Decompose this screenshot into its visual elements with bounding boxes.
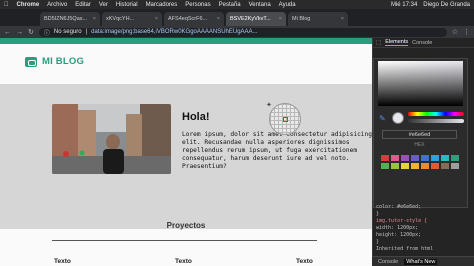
palette-swatch[interactable]: [421, 155, 429, 161]
brand-name: MI BLOG: [42, 56, 85, 67]
palette-swatch[interactable]: [411, 155, 419, 161]
browser-tab[interactable]: BD5IZN6J5Qas... ×: [40, 12, 100, 26]
back-arrow-icon[interactable]: ←: [4, 29, 11, 36]
apple-icon[interactable]: : [4, 2, 9, 8]
projects-column-label: Texto: [175, 258, 192, 265]
eyedropper-magnifier: [269, 103, 301, 135]
devtools-tabs: ⬚ Elements Console: [373, 38, 474, 48]
card-title: Hola!: [182, 111, 210, 123]
screenshot: { "menubar": { "app": "Chrome", "items":…: [0, 0, 474, 266]
css-line: }: [376, 211, 380, 217]
current-color-swatch: [392, 112, 404, 124]
browser-tab[interactable]: xKVqcYH... ×: [102, 12, 162, 26]
eyedropper-icon[interactable]: ✎: [379, 114, 386, 123]
menu-dots-icon[interactable]: ⋮: [463, 28, 470, 36]
css-line: }: [376, 239, 380, 245]
site-logo[interactable]: MI BLOG: [25, 56, 84, 67]
mac-menubar:  Chrome Archivo Editar Ver Historial Ma…: [0, 0, 474, 9]
card-paragraph: Lorem ipsum, dolor sit amet consectetur …: [182, 131, 372, 170]
chevron-up-icon[interactable]: ˆ: [348, 38, 350, 43]
url-field[interactable]: ⓘ No seguro | data:image/png;base64,iVBO…: [38, 27, 447, 37]
browser-tab[interactable]: Mi Blog ×: [288, 12, 348, 26]
menu-pestana[interactable]: Pestaña: [219, 2, 241, 8]
section-divider: [52, 240, 317, 241]
url-text: data:image/png;base64,iVBORw0KGgoAAAANSU…: [91, 29, 258, 35]
browser-tab[interactable]: AFS4eqScrF6... ×: [164, 12, 224, 26]
close-icon[interactable]: ×: [217, 16, 220, 22]
menu-ventana[interactable]: Ventana: [249, 2, 271, 8]
page-viewport: ˆ MI BLOG Hola! Lorem ipsum, dolor sit a…: [0, 38, 372, 266]
menu-marcadores[interactable]: Marcadores: [146, 2, 178, 8]
projects-column-label: Texto: [54, 258, 71, 265]
crosshair-icon: ✦: [266, 102, 272, 109]
address-bar: ← → ↻ ⓘ No seguro | data:image/png;base6…: [0, 26, 474, 38]
css-line[interactable]: width: 1200px;: [376, 225, 472, 232]
tab-label: BD5IZN6J5Qas...: [44, 16, 88, 22]
inspect-icon[interactable]: ⬚: [376, 40, 381, 46]
menu-ayuda[interactable]: Ayuda: [279, 2, 296, 8]
css-line[interactable]: color: #e6e6ed;: [376, 204, 472, 211]
palette-swatch[interactable]: [401, 155, 409, 161]
close-icon[interactable]: ×: [279, 16, 282, 22]
palette-swatch[interactable]: [431, 155, 439, 161]
inherited-label: Inherited from html: [376, 246, 434, 252]
projects-title: Proyectos: [166, 221, 206, 230]
tab-elements[interactable]: Elements: [385, 39, 409, 46]
tab-label: xKVqcYH...: [106, 16, 135, 22]
clock: Mié 17:34: [390, 1, 418, 8]
hex-format-label[interactable]: HEX: [382, 142, 457, 148]
menu-ver[interactable]: Ver: [99, 2, 108, 8]
menu-archivo[interactable]: Archivo: [47, 2, 67, 8]
tab-label: BSVE2KyVkvT...: [230, 16, 271, 22]
logo-icon: [25, 56, 37, 67]
saturation-value-area[interactable]: [378, 61, 463, 106]
projects-column-label: Texto: [296, 258, 313, 265]
css-selector[interactable]: img.tutor-style {: [376, 218, 472, 225]
tab-label: Mi Blog: [292, 16, 311, 22]
hue-slider[interactable]: [408, 112, 464, 116]
menu-app-chrome[interactable]: Chrome: [17, 2, 40, 8]
drawer-tabs: Console What's New: [372, 256, 474, 266]
menu-personas[interactable]: Personas: [185, 2, 210, 8]
close-icon[interactable]: ×: [155, 16, 158, 22]
palette-swatch[interactable]: [401, 163, 409, 169]
url-separator: |: [85, 29, 88, 35]
close-icon[interactable]: ×: [93, 16, 96, 22]
info-icon[interactable]: ⓘ: [44, 28, 50, 37]
palette-swatch[interactable]: [421, 163, 429, 169]
drawer-tab-whats-new[interactable]: What's New: [404, 258, 438, 265]
menu-historial[interactable]: Historial: [116, 2, 138, 8]
palette-swatch[interactable]: [411, 163, 419, 169]
hex-value-field[interactable]: #e6e6ed: [382, 130, 457, 139]
palette-swatch[interactable]: [391, 163, 399, 169]
palette-swatch[interactable]: [451, 155, 459, 161]
styles-pane: color: #e6e6ed; } img.tutor-style { widt…: [372, 204, 472, 253]
palette-swatch[interactable]: [381, 155, 389, 161]
palette-swatch[interactable]: [431, 163, 439, 169]
browser-tab-active[interactable]: BSVE2KyVkvT... ×: [226, 12, 286, 26]
menu-editar[interactable]: Editar: [75, 2, 91, 8]
palette-swatch[interactable]: [441, 163, 449, 169]
tab-label: AFS4eqScrF6...: [168, 16, 208, 22]
css-line[interactable]: height: 1200px;: [376, 232, 472, 239]
star-icon[interactable]: ☆: [452, 28, 458, 36]
forward-arrow-icon[interactable]: →: [16, 29, 23, 36]
palette-swatch[interactable]: [441, 155, 449, 161]
security-label: No seguro: [53, 29, 82, 35]
palette-swatch[interactable]: [381, 163, 389, 169]
alpha-slider[interactable]: [408, 119, 464, 123]
palette-swatch[interactable]: [451, 163, 459, 169]
profile-photo: [52, 104, 171, 174]
magnifier-target: [283, 117, 288, 122]
browser-tab-strip: BD5IZN6J5Qas... × xKVqcYH... × AFS4eqScrF6…: [0, 9, 474, 26]
user-name[interactable]: Diego De Granda: [423, 2, 470, 8]
drawer-tab-console[interactable]: Console: [378, 259, 398, 265]
tab-console[interactable]: Console: [412, 40, 432, 46]
palette-swatches: [381, 155, 461, 169]
close-icon[interactable]: ×: [341, 16, 344, 22]
palette-swatch[interactable]: [391, 155, 399, 161]
reload-icon[interactable]: ↻: [28, 28, 34, 36]
